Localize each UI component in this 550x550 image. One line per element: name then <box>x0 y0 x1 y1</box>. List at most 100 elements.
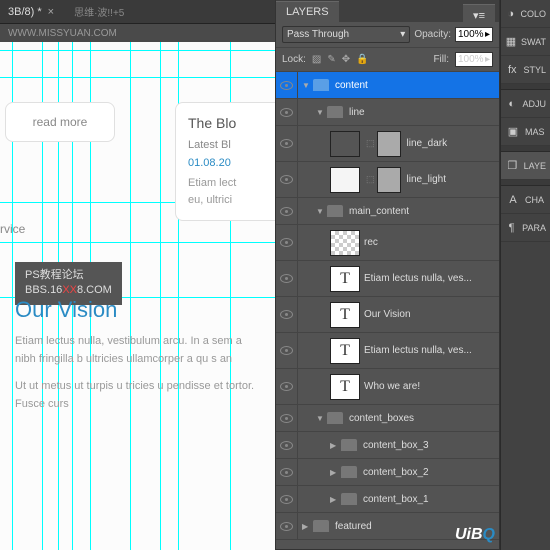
rail-label: MAS <box>525 127 545 137</box>
layers-panel: LAYERS ▾≡ Pass Through▾ Opacity: 100%▸ L… <box>275 0 500 550</box>
opacity-input[interactable]: 100%▸ <box>455 27 493 42</box>
eye-icon <box>280 468 293 477</box>
rail-item-cha[interactable]: ACHA <box>501 186 550 214</box>
visibility-toggle[interactable] <box>276 162 298 197</box>
disclosure-arrow-icon[interactable]: ▶ <box>302 522 310 531</box>
mask-thumbnail <box>377 131 401 157</box>
layers-tab[interactable]: LAYERS <box>276 1 339 22</box>
rail-label: SWAT <box>521 37 546 47</box>
layer-name-label: main_content <box>349 206 409 217</box>
layer-row[interactable]: ▶content_box_3 <box>276 432 499 459</box>
eye-icon <box>280 310 293 319</box>
layer-thumbnail <box>330 167 360 193</box>
rail-item-para[interactable]: ¶PARA <box>501 214 550 242</box>
fill-label: Fill: <box>433 54 449 65</box>
visibility-toggle[interactable] <box>276 297 298 332</box>
rail-item-laye[interactable]: ❐ LAYE <box>501 152 550 180</box>
lock-all-icon[interactable]: 🔒 <box>356 54 368 65</box>
visibility-toggle[interactable] <box>276 72 298 98</box>
rail-label: STYL <box>523 65 546 75</box>
rail-item-mas[interactable]: ▣MAS <box>501 118 550 146</box>
layer-row[interactable]: TEtiam lectus nulla, ves... <box>276 261 499 297</box>
vision-section: Our Vision Etiam lectus nulla, vestibulu… <box>15 297 265 423</box>
rail-label: COLO <box>520 9 546 19</box>
eye-icon <box>280 207 293 216</box>
eye-icon <box>280 522 293 531</box>
panel-menu-icon[interactable]: ▾≡ <box>463 4 495 26</box>
disclosure-arrow-icon[interactable]: ▼ <box>302 81 310 90</box>
link-icon[interactable]: ⬚ <box>366 138 375 149</box>
fill-input[interactable]: 100%▸ <box>455 52 493 67</box>
close-icon[interactable]: × <box>48 6 54 18</box>
layer-row[interactable]: TWho we are! <box>276 369 499 405</box>
para-icon: ¶ <box>505 221 518 235</box>
layer-name-label: content <box>335 80 368 91</box>
cha-icon: A <box>505 193 521 207</box>
disclosure-arrow-icon[interactable]: ▶ <box>330 495 338 504</box>
layer-name-label: Etiam lectus nulla, ves... <box>364 345 472 356</box>
layer-row[interactable]: ⬚line_light <box>276 162 499 198</box>
link-icon[interactable]: ⬚ <box>366 174 375 185</box>
blend-mode-select[interactable]: Pass Through▾ <box>282 26 410 43</box>
folder-icon <box>313 520 329 532</box>
layer-row[interactable]: ⬚line_dark <box>276 126 499 162</box>
visibility-toggle[interactable] <box>276 432 298 458</box>
eye-icon <box>280 139 293 148</box>
service-text: rvice <box>0 222 25 236</box>
layer-row[interactable]: ▶content_box_1 <box>276 486 499 513</box>
layer-row[interactable]: ▼ content <box>276 72 499 99</box>
layer-row[interactable]: ▼ main_content <box>276 198 499 225</box>
disclosure-arrow-icon[interactable]: ▶ <box>330 441 338 450</box>
visibility-toggle[interactable] <box>276 486 298 512</box>
layer-name-label: content_boxes <box>349 413 414 424</box>
swat-icon: ▦ <box>505 35 517 49</box>
rail-item-swat[interactable]: ▦ SWAT <box>501 28 550 56</box>
rail-item-adju[interactable]: ◐ADJU <box>501 90 550 118</box>
eye-icon <box>280 382 293 391</box>
rail-label: ADJU <box>522 99 546 109</box>
rail-label: LAYE <box>524 161 546 171</box>
design-canvas[interactable]: read more The Blo Latest Bl 01.08.20 Eti… <box>0 42 280 550</box>
visibility-toggle[interactable] <box>276 333 298 368</box>
rail-item-colo[interactable]: ◑COLO <box>501 0 550 28</box>
layer-name-label: Our Vision <box>364 309 411 320</box>
folder-icon <box>327 412 343 424</box>
visibility-toggle[interactable] <box>276 369 298 404</box>
layer-name-label: rec <box>364 237 378 248</box>
disclosure-arrow-icon[interactable]: ▶ <box>330 468 338 477</box>
visibility-toggle[interactable] <box>276 405 298 431</box>
text-layer-icon: T <box>330 266 360 292</box>
visibility-toggle[interactable] <box>276 513 298 539</box>
layer-row[interactable]: ▼ content_boxes <box>276 405 499 432</box>
watermark-logo: UiBQ <box>455 526 495 544</box>
eye-icon <box>280 175 293 184</box>
lock-row: Lock: ▨ ✎ ✥ 🔒 Fill: 100%▸ <box>276 48 499 72</box>
rail-item-styl[interactable]: fx STYL <box>501 56 550 84</box>
styl-icon: fx <box>505 63 519 77</box>
text-layer-icon: T <box>330 338 360 364</box>
visibility-toggle[interactable] <box>276 261 298 296</box>
laye-icon: ❐ <box>505 159 520 173</box>
layer-row[interactable]: T Etiam lectus nulla, ves... <box>276 333 499 369</box>
layer-row[interactable]: ▼line <box>276 99 499 126</box>
lock-transparency-icon[interactable]: ▨ <box>312 54 321 65</box>
layer-list[interactable]: ▼ content ▼line⬚line_dark⬚line_light ▼ main_… <box>276 72 499 549</box>
eye-icon <box>280 414 293 423</box>
lock-position-icon[interactable]: ✥ <box>342 54 350 65</box>
layer-row[interactable]: TOur Vision <box>276 297 499 333</box>
layer-thumbnail <box>330 131 360 157</box>
visibility-toggle[interactable] <box>276 198 298 224</box>
layer-row[interactable]: rec <box>276 225 499 261</box>
lock-pixels-icon[interactable]: ✎ <box>327 54 335 65</box>
visibility-toggle[interactable] <box>276 126 298 161</box>
visibility-toggle[interactable] <box>276 225 298 260</box>
disclosure-arrow-icon[interactable]: ▼ <box>316 207 324 216</box>
layer-row[interactable]: ▶content_box_2 <box>276 459 499 486</box>
visibility-toggle[interactable] <box>276 459 298 485</box>
layer-name-label: featured <box>335 521 372 532</box>
eye-icon <box>280 108 293 117</box>
disclosure-arrow-icon[interactable]: ▼ <box>316 414 324 423</box>
visibility-toggle[interactable] <box>276 99 298 125</box>
disclosure-arrow-icon[interactable]: ▼ <box>316 108 324 117</box>
folder-icon <box>313 79 329 91</box>
